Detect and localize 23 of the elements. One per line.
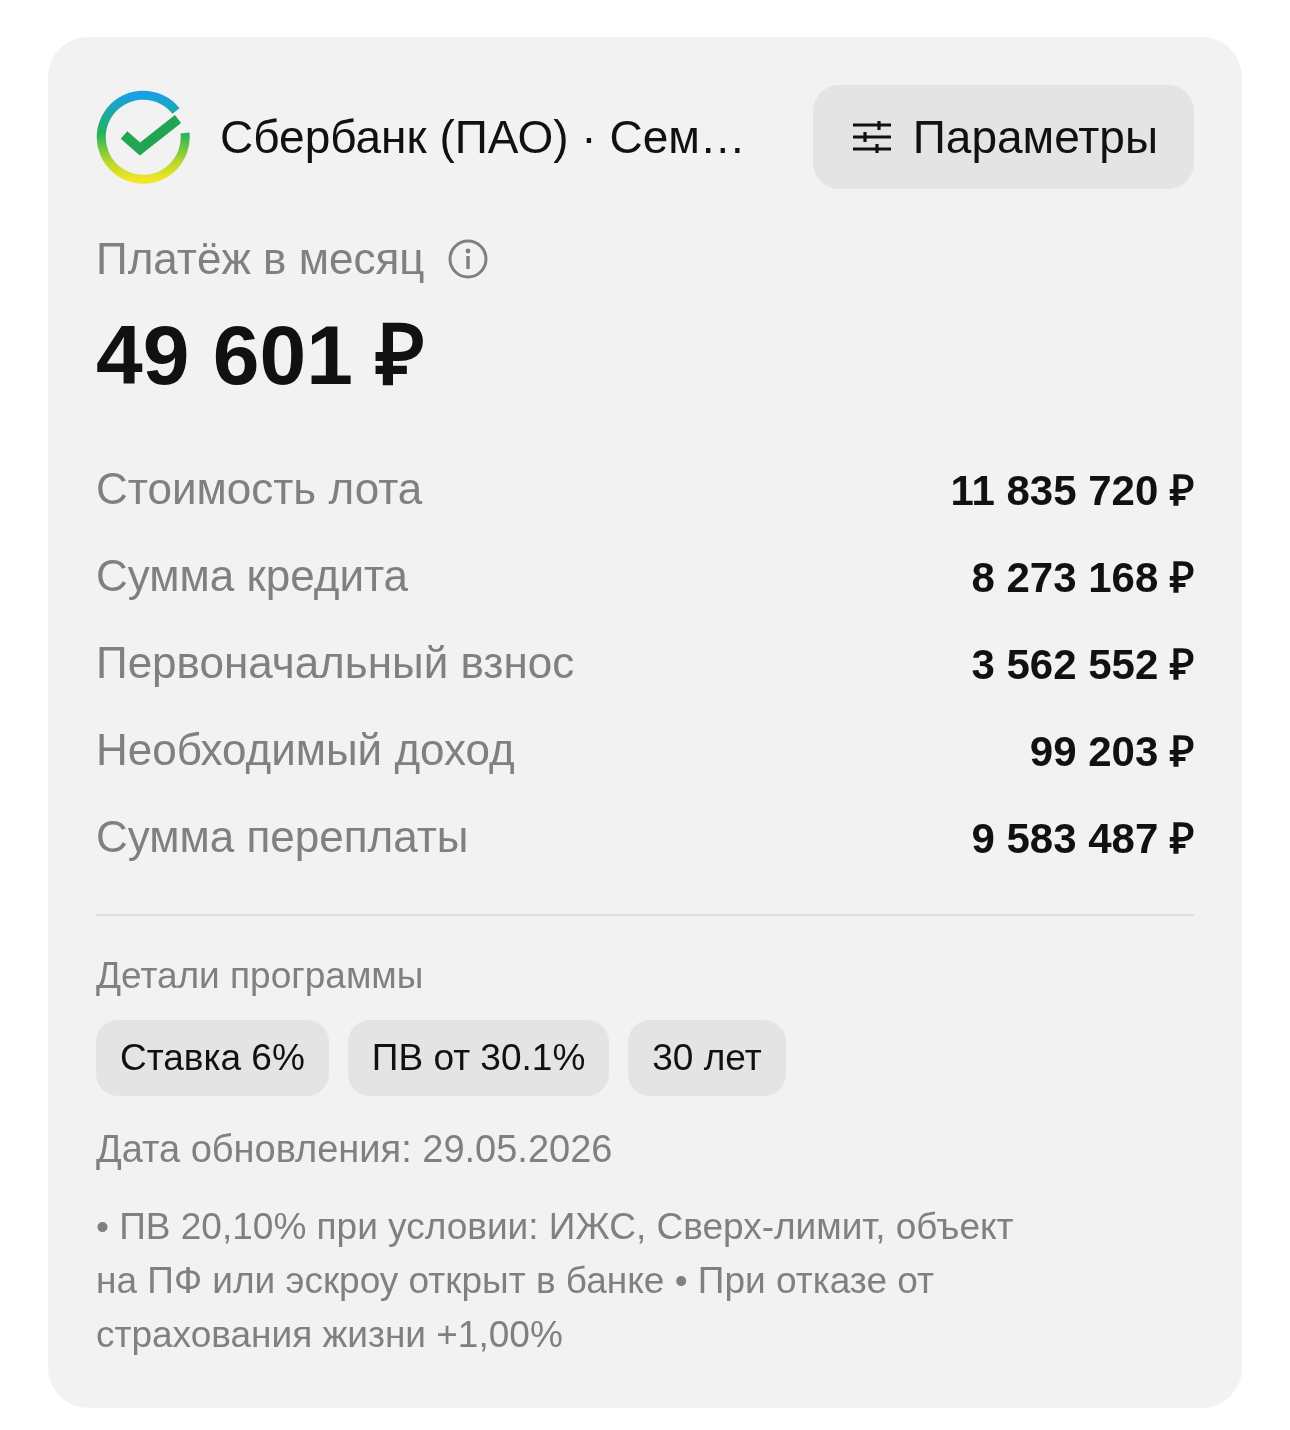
row-value: 99 203 ₽ (1029, 727, 1194, 777)
row-label: Необходимый доход (96, 724, 515, 775)
bank-logo-icon (96, 89, 192, 185)
program-note: • ПВ 20,10% при условии: ИЖС, Сверх-лимит, объект на ПФ или эскроу открыт в банке • При отказе от страхования жизни +1,00% (96, 1205, 1015, 1357)
monthly-payment-amount: 49 601 ₽ (96, 307, 427, 404)
row-value: 11 835 720 ₽ (950, 466, 1194, 516)
row-label: Первоначальный взнос (96, 637, 575, 688)
row-label: Стоимость лота (96, 463, 423, 514)
row-label: Сумма кредита (96, 550, 409, 601)
row-value: 8 273 168 ₽ (971, 553, 1194, 603)
program-details-title: Детали программы (96, 954, 425, 998)
row-value: 9 583 487 ₽ (971, 814, 1194, 864)
row-label: Сумма переплаты (96, 811, 469, 862)
sliders-icon (852, 121, 891, 153)
parameters-button[interactable]: Параметры (812, 85, 1194, 189)
program-tag: 30 лет (628, 1020, 786, 1096)
row-value: 3 562 552 ₽ (971, 640, 1194, 690)
payment-label: Платёж в месяц (96, 234, 425, 284)
info-icon[interactable] (448, 239, 489, 279)
update-date: Дата обновления: 29.05.2026 (96, 1127, 614, 1172)
bank-name: Сбербанк (ПАО) · Сем… (220, 110, 747, 164)
program-tag: ПВ от 30.1% (347, 1020, 610, 1096)
program-tag: Ставка 6% (96, 1020, 329, 1096)
